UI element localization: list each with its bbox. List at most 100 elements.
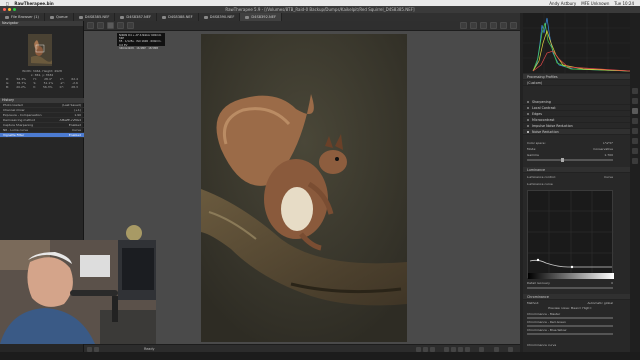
preview-luminance-icon[interactable]	[490, 22, 497, 29]
luminance-control-row[interactable]: Luminance control: Curve	[527, 175, 613, 179]
luminance-header[interactable]: Luminance	[523, 167, 630, 173]
histogram[interactable]	[523, 13, 631, 73]
straighten-tool-icon[interactable]	[117, 22, 124, 29]
luminance-curve-editor[interactable]	[527, 190, 614, 279]
preview-green-icon[interactable]	[470, 22, 477, 29]
spot-removal-icon[interactable]	[127, 22, 134, 29]
tab-image[interactable]: D4S8385.NEF	[74, 13, 116, 21]
gamma-value[interactable]: 1.700	[604, 153, 613, 157]
luminance-control-value[interactable]: Curve	[604, 175, 613, 179]
tool-label: Noise Reduction	[532, 130, 559, 134]
history-value: 1.90	[74, 113, 81, 117]
nav-row-3: B: 20.2% V: 56.3% b*: 28.3	[2, 85, 82, 89]
user-name[interactable]: Andy Astbury	[549, 1, 576, 6]
macos-dock	[0, 352, 640, 360]
history-label: NR - Luma curve	[3, 128, 28, 132]
tab-label: D4S8388.NEF	[168, 15, 193, 19]
tab-favorites-icon[interactable]	[632, 88, 638, 94]
chroma-master-slider[interactable]	[527, 317, 613, 319]
tab-image[interactable]: D4S8390.NEF	[199, 13, 241, 21]
focus-mask-icon[interactable]	[500, 22, 507, 29]
detail-recovery-value[interactable]: 0	[611, 281, 613, 285]
crop-tool-icon[interactable]	[107, 22, 114, 29]
tab-label: D4S8385.NEF	[84, 15, 110, 19]
tab-transform-icon[interactable]	[632, 138, 638, 144]
gamma-label: Gamma	[527, 153, 539, 157]
preview-blue-icon[interactable]	[480, 22, 487, 29]
close-window-icon[interactable]	[3, 8, 6, 11]
tab-raw-icon[interactable]	[632, 148, 638, 154]
tab-metadata-icon[interactable]	[632, 158, 638, 164]
detail-recovery-slider[interactable]	[527, 287, 613, 289]
tool-noise-reduction[interactable]: Noise Reduction	[523, 129, 630, 135]
white-balance-picker-icon[interactable]	[97, 22, 104, 29]
preview-red-icon[interactable]	[460, 22, 467, 29]
tab-advanced-icon[interactable]	[632, 128, 638, 134]
history-label: Vignette Filter	[3, 133, 25, 137]
navigator-header[interactable]: Navigator	[0, 21, 83, 26]
slider-handle[interactable]	[561, 158, 564, 162]
apple-icon[interactable]: 	[6, 1, 8, 6]
history-value: (+1)	[74, 108, 81, 112]
color-space-row[interactable]: Color space: L*a*b*	[527, 141, 613, 145]
tool-label: Sharpening	[532, 100, 551, 104]
gamma-slider[interactable]	[527, 158, 613, 162]
tool-label: Edges	[532, 112, 543, 116]
history-item-selected[interactable]: Vignette Filter Enabled	[0, 133, 84, 138]
tab-queue[interactable]: Queue	[45, 13, 74, 21]
app-menu-name[interactable]: RawTherapee.bin	[14, 1, 53, 6]
history-label: Demosaicing method	[3, 118, 35, 122]
tab-image[interactable]: D4S8387.NEF	[115, 13, 158, 21]
main-photo-red-squirrel[interactable]	[201, 34, 407, 342]
rawtherapee-window:  RawTherapee.bin Andy Astbury MFE Unkno…	[0, 0, 640, 360]
tab-image[interactable]: D4S8388.NEF	[157, 13, 199, 21]
chroma-red-green-slider[interactable]	[527, 325, 613, 327]
chrominance-header[interactable]: Chrominance	[523, 294, 630, 300]
image-icon	[78, 15, 83, 19]
chroma-blue-yellow-label: Chrominance - Blue-Yellow	[527, 328, 567, 332]
keyboard-status[interactable]: MFE Unknown	[581, 1, 609, 6]
tab-color-icon[interactable]	[632, 118, 638, 124]
chroma-method-row[interactable]: Method: Automatic global	[527, 301, 613, 305]
chroma-blue-yellow-slider[interactable]	[527, 333, 613, 335]
hand-tool-icon[interactable]	[87, 22, 94, 29]
history-value: Curve	[72, 128, 81, 132]
chroma-master-label: Chrominance - Master	[527, 312, 561, 316]
clock[interactable]: Tue 10:24	[614, 1, 634, 6]
mode-row[interactable]: Mode: Conservative	[527, 147, 613, 151]
history-value: AMaZE+VNG4	[59, 118, 81, 122]
tab-exposure-icon[interactable]	[632, 98, 638, 104]
tab-file-browser[interactable]: File Browser (1)	[0, 13, 45, 21]
tab-label: D4S8390.NEF	[209, 15, 235, 19]
menu-bar-status: Andy Astbury MFE Unknown Tue 10:24	[549, 1, 640, 6]
tab-label: D4S8387.NEF	[126, 15, 152, 19]
chroma-curve-label[interactable]: Chrominance curve	[527, 343, 613, 347]
navigator-thumbnail[interactable]	[28, 34, 52, 66]
expand-icon	[527, 107, 529, 109]
editor-status-bar: Ready	[84, 344, 520, 352]
luminance-curve-label: Luminance curve	[527, 182, 553, 186]
detail-recovery-label: Detail recovery	[527, 281, 550, 285]
editor-tab-bar: File Browser (1) Queue D4S8385.NEF D4S83…	[0, 13, 520, 21]
label-b: B:	[6, 85, 10, 89]
folder-icon	[5, 15, 9, 19]
tab-detail-icon[interactable]	[632, 108, 638, 114]
tool-label: Microcontrast	[532, 118, 555, 122]
color-space-value[interactable]: L*a*b*	[603, 141, 613, 145]
history-value: (Last Saved)	[62, 103, 81, 107]
luminance-control-label: Luminance control:	[527, 175, 556, 179]
minimize-window-icon[interactable]	[8, 8, 11, 11]
profile-selector[interactable]: (Custom)	[523, 80, 630, 86]
image-icon	[245, 15, 250, 19]
maximize-window-icon[interactable]	[13, 8, 16, 11]
mouse-cursor-highlight	[126, 225, 142, 241]
expand-icon	[527, 125, 529, 127]
tab-image-active[interactable]: D4S8392.NEF	[240, 13, 283, 21]
mode-label: Mode:	[527, 147, 537, 151]
mode-value[interactable]: Conservative	[593, 147, 613, 151]
history-panel: History Photo loaded (Last Saved) Channel…	[0, 98, 84, 138]
navigator-values: R: 56.3% H: 28.4° L*: 62.4 G: 35.7% S: 51.1% a*: -…	[2, 77, 82, 89]
chroma-method-value[interactable]: Automatic global	[588, 301, 614, 305]
history-value: Enabled	[68, 133, 81, 137]
before-after-icon[interactable]	[510, 22, 517, 29]
